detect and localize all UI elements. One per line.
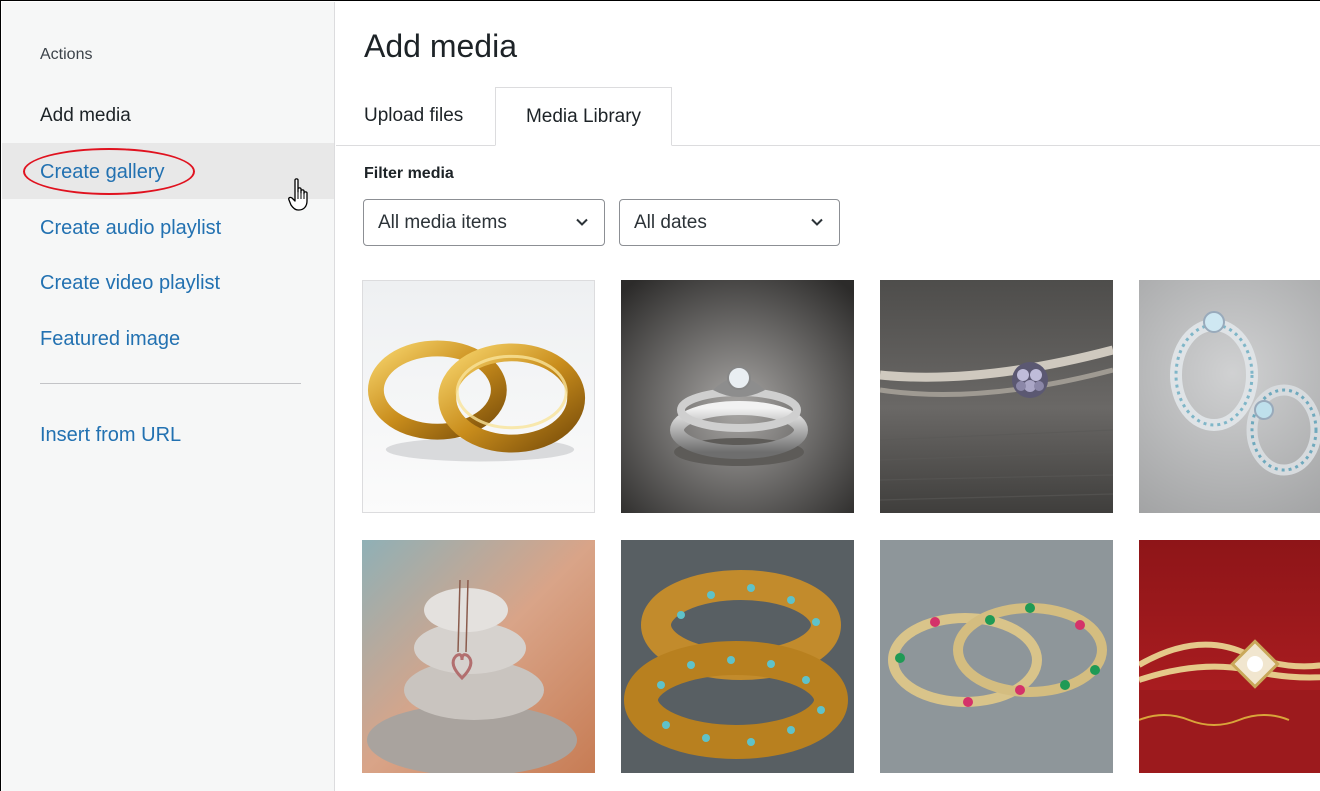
chevron-down-icon bbox=[811, 218, 823, 226]
chevron-down-icon bbox=[576, 218, 588, 226]
page-title: Add media bbox=[364, 28, 517, 64]
featured-image-link[interactable]: Featured image bbox=[2, 312, 334, 366]
sidebar-divider bbox=[40, 383, 301, 384]
tab-media-library[interactable]: Media Library bbox=[495, 87, 672, 146]
media-type-select[interactable]: All media items bbox=[363, 199, 605, 246]
media-type-select-value: All media items bbox=[378, 212, 507, 233]
media-modal: Actions Add media Create gallery Create … bbox=[0, 0, 1320, 791]
media-thumbnail-diamond-bracelet[interactable] bbox=[1139, 540, 1320, 773]
media-thumbnail-diamond-cluster-ring[interactable] bbox=[880, 280, 1113, 513]
media-thumbnail-gold-wedding-rings[interactable] bbox=[362, 280, 595, 513]
media-thumbnail-blue-stone-rings[interactable] bbox=[1139, 280, 1320, 513]
media-thumbnail-turquoise-bangles[interactable] bbox=[621, 540, 854, 773]
create-video-playlist-link[interactable]: Create video playlist bbox=[2, 256, 334, 310]
actions-sidebar: Actions Add media Create gallery Create … bbox=[2, 2, 335, 791]
actions-heading: Actions bbox=[40, 46, 93, 63]
create-gallery-link[interactable]: Create gallery bbox=[2, 143, 334, 199]
media-thumbnail-heart-pendant-stones[interactable] bbox=[362, 540, 595, 773]
create-audio-playlist-link[interactable]: Create audio playlist bbox=[2, 201, 334, 255]
add-media-title: Add media bbox=[40, 105, 131, 126]
tab-bar-border bbox=[336, 145, 1320, 146]
media-thumbnail-silver-ring-stack[interactable] bbox=[621, 280, 854, 513]
media-main-panel: Add media Upload files Media Library Fil… bbox=[336, 2, 1320, 791]
hand-pointer-icon bbox=[288, 178, 308, 211]
date-select[interactable]: All dates bbox=[619, 199, 840, 246]
date-select-value: All dates bbox=[634, 212, 707, 233]
filter-media-label: Filter media bbox=[364, 165, 454, 182]
insert-from-url-link[interactable]: Insert from URL bbox=[2, 408, 334, 462]
tab-upload-files[interactable]: Upload files bbox=[364, 87, 463, 146]
media-thumbnail-gold-gemstone-bangles[interactable] bbox=[880, 540, 1113, 773]
